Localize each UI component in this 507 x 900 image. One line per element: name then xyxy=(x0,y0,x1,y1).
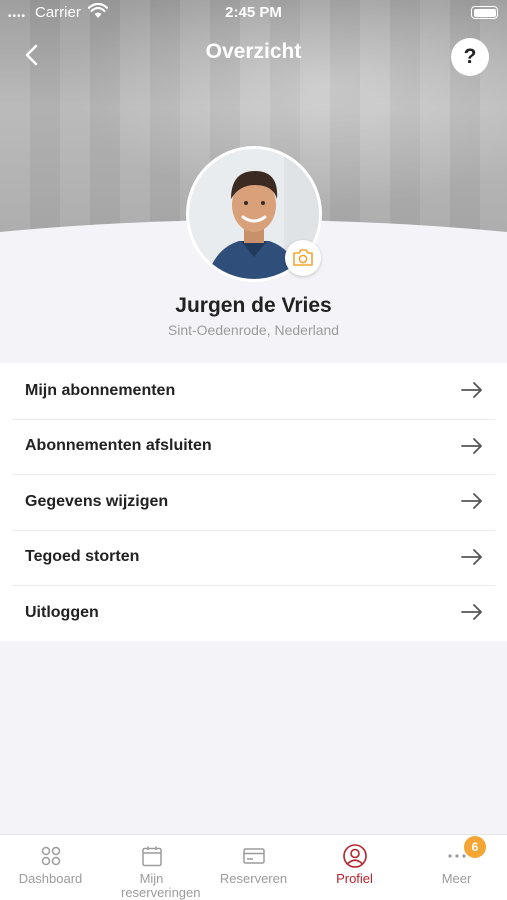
change-photo-button[interactable] xyxy=(285,240,321,276)
tab-label: Dashboard xyxy=(18,871,83,886)
menu-item-gegevens-wijzigen[interactable]: Gegevens wijzigen xyxy=(0,474,507,530)
arrow-right-icon xyxy=(461,493,482,509)
tab-label: Mijn reserveringen xyxy=(121,871,201,900)
camera-icon xyxy=(293,249,313,266)
tab-label: Meer xyxy=(441,871,472,886)
card-icon xyxy=(243,848,265,864)
arrow-right-icon xyxy=(461,382,482,398)
notification-badge: 6 xyxy=(464,836,486,858)
tab-label: Reserveren xyxy=(219,871,288,886)
profile-icon xyxy=(343,844,367,868)
menu-item-tegoed-storten[interactable]: Tegoed storten xyxy=(0,529,507,586)
arrow-right-icon xyxy=(461,604,482,620)
tab-mijn-reserveringen[interactable]: Mijn reserveringen xyxy=(101,835,202,900)
dashboard-icon xyxy=(41,846,61,866)
tab-dashboard[interactable]: Dashboard xyxy=(0,835,101,900)
tab-label: Profiel xyxy=(336,871,373,886)
status-bar: •••• Carrier 2:45 PM xyxy=(0,0,507,26)
tab-profiel[interactable]: Profiel xyxy=(304,835,405,900)
menu-item-label: Mijn abonnementen xyxy=(25,381,176,399)
status-time: 2:45 PM xyxy=(225,4,282,21)
tab-meer[interactable]: Meer xyxy=(406,835,507,900)
battery-icon xyxy=(471,6,498,19)
page-title: Overzicht xyxy=(205,40,302,63)
profile-menu: Mijn abonnementen Abonnementen afsluiten… xyxy=(0,363,507,641)
menu-item-label: Tegoed storten xyxy=(25,548,140,566)
menu-item-label: Abonnementen afsluiten xyxy=(25,437,212,455)
help-button[interactable]: ? xyxy=(451,38,489,76)
menu-item-mijn-abonnementen[interactable]: Mijn abonnementen xyxy=(0,363,507,419)
arrow-right-icon xyxy=(461,437,482,454)
arrow-right-icon xyxy=(461,548,482,565)
calendar-icon xyxy=(142,846,162,867)
tab-bar: Dashboard Mijn reserveringen Reserveren … xyxy=(0,834,507,900)
user-name: Jurgen de Vries xyxy=(175,294,332,317)
menu-item-uitloggen[interactable]: Uitloggen xyxy=(0,585,507,641)
tab-reserveren[interactable]: Reserveren xyxy=(203,835,304,900)
menu-item-label: Gegevens wijzigen xyxy=(25,492,169,510)
user-location: Sint-Oedenrode, Nederland xyxy=(167,322,340,338)
menu-item-abonnementen-afsluiten[interactable]: Abonnementen afsluiten xyxy=(0,418,507,475)
menu-item-label: Uitloggen xyxy=(25,603,99,621)
